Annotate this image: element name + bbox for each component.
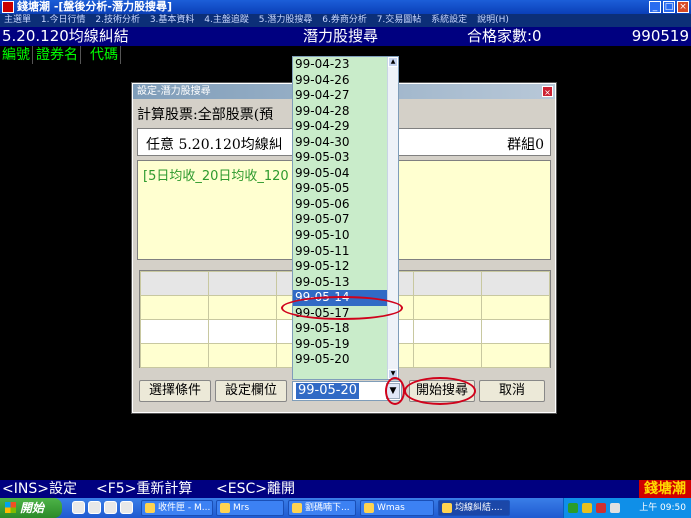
f5-hint: <F5>重新計算: [96, 481, 193, 497]
info-bar: 5.20.120均線糾結 潛力股搜尋 合格家數:0 990519: [0, 27, 691, 46]
taskbar-item[interactable]: 劉碼喃下...: [288, 500, 356, 516]
mail-icon: [145, 503, 155, 513]
app-icon: [2, 1, 14, 13]
dialog-title: 設定-潛力股搜尋: [137, 86, 211, 97]
column-header-number[interactable]: 編號: [0, 46, 33, 64]
set-field-button[interactable]: 設定欄位: [215, 380, 287, 402]
menu-bar: 主選單 1.今日行情 2.技術分析 3.基本資料 4.主盤追蹤 5.潛力股搜尋 …: [0, 14, 691, 27]
menu-tracking[interactable]: 4.主盤追蹤: [204, 15, 249, 25]
quicklaunch-icon[interactable]: [120, 501, 133, 514]
group-label: 群組0: [507, 137, 544, 153]
date-option[interactable]: 99-04-28: [293, 104, 388, 120]
app-icon: [364, 503, 374, 513]
menu-broker[interactable]: 6.券商分析: [322, 15, 367, 25]
qualified-count: 合格家數:0: [467, 27, 542, 45]
brand-logo: 錢塘潮: [639, 480, 691, 498]
document-icon: [442, 503, 452, 513]
date-option[interactable]: 99-04-30: [293, 135, 388, 151]
menu-settings[interactable]: 系統設定: [431, 15, 467, 25]
calc-stocks-label: 計算股票:全部股票(預: [137, 107, 274, 123]
start-button[interactable]: 開始: [0, 498, 62, 518]
folder-icon: [292, 503, 302, 513]
menu-quotes[interactable]: 1.今日行情: [41, 15, 86, 25]
volume-icon[interactable]: [610, 503, 620, 513]
date-option[interactable]: 99-05-13: [293, 275, 388, 291]
date-option[interactable]: 99-05-12: [293, 259, 388, 275]
menu-help[interactable]: 說明(H): [477, 15, 509, 25]
column-header-name[interactable]: 證券名: [34, 46, 81, 64]
menu-chart[interactable]: 7.交易圖帖: [377, 15, 422, 25]
date-option[interactable]: 99-05-10: [293, 228, 388, 244]
windows-logo-icon: [5, 502, 16, 513]
date-option[interactable]: 99-05-20: [293, 352, 388, 368]
taskbar-item[interactable]: Wmas: [360, 500, 434, 516]
network-icon[interactable]: [568, 503, 578, 513]
cancel-button[interactable]: 取消: [479, 380, 545, 402]
menu-search[interactable]: 5.潛力股搜尋: [259, 15, 313, 25]
pattern-name: 5.20.120均線糾結: [2, 27, 129, 45]
menu-main[interactable]: 主選單: [4, 15, 31, 25]
date-option[interactable]: 99-05-19: [293, 337, 388, 353]
date-option[interactable]: 99-04-29: [293, 119, 388, 135]
date-select-value: 99-05-20: [296, 383, 360, 399]
window-title-bar: 錢塘潮 -[盤後分析-潛力股搜尋] _ □ ×: [0, 0, 691, 14]
screen-name: 潛力股搜尋: [303, 27, 379, 45]
date-option[interactable]: 99-05-06: [293, 197, 388, 213]
highlight-oval-dropdown-arrow: [385, 377, 405, 405]
pattern-label: 任意 5.20.120均線糾: [146, 137, 283, 153]
date-option[interactable]: 99-05-05: [293, 181, 388, 197]
select-condition-button[interactable]: 選擇條件: [139, 380, 211, 402]
dialog-close-icon[interactable]: ×: [542, 86, 553, 97]
date-dropdown-list[interactable]: 99-04-23 99-04-26 99-04-27 99-04-28 99-0…: [292, 56, 399, 380]
date-option[interactable]: 99-05-18: [293, 321, 388, 337]
scroll-up-icon[interactable]: ▲: [388, 57, 398, 67]
date-option[interactable]: 99-04-23: [293, 57, 388, 73]
minimize-button[interactable]: _: [649, 1, 661, 13]
taskbar-item[interactable]: 收件匣 - M...: [141, 500, 213, 516]
date-option[interactable]: 99-05-04: [293, 166, 388, 182]
data-date: 990519: [631, 27, 689, 45]
taskbar: 開始 收件匣 - M... Mrs 劉碼喃下... Wmas 均線糾結.... …: [0, 498, 691, 518]
app-icon: [220, 503, 230, 513]
date-option[interactable]: 99-05-11: [293, 244, 388, 260]
quicklaunch-icon[interactable]: [72, 501, 85, 514]
date-option[interactable]: 99-05-07: [293, 212, 388, 228]
esc-hint: <ESC>離開: [216, 481, 295, 497]
menu-technical[interactable]: 2.技術分析: [95, 15, 140, 25]
quicklaunch-icon[interactable]: [104, 501, 117, 514]
column-header-code[interactable]: 代碼: [88, 46, 121, 64]
date-option[interactable]: 99-05-03: [293, 150, 388, 166]
clock: 上午 09:50: [639, 503, 686, 513]
taskbar-item-active[interactable]: 均線糾結....: [438, 500, 510, 516]
date-option[interactable]: 99-04-26: [293, 73, 388, 89]
ins-hint: <INS>設定: [2, 481, 77, 497]
tray-icon[interactable]: [582, 503, 592, 513]
start-label: 開始: [20, 501, 45, 515]
maximize-button[interactable]: □: [663, 1, 675, 13]
tray-icon[interactable]: [596, 503, 606, 513]
dropdown-scrollbar[interactable]: ▲ ▼: [387, 57, 398, 379]
menu-fundamental[interactable]: 3.基本資料: [150, 15, 195, 25]
highlight-oval-selected-date: [281, 296, 403, 320]
system-tray: 上午 09:50: [563, 498, 691, 518]
highlight-oval-start-button: [404, 377, 476, 405]
quicklaunch-icon[interactable]: [88, 501, 101, 514]
close-button[interactable]: ×: [677, 1, 689, 13]
condition-text: [5日均收_20日均收_120: [143, 169, 289, 184]
status-bar: <INS>設定 <F5>重新計算 <ESC>離開: [0, 480, 691, 498]
date-option[interactable]: 99-04-27: [293, 88, 388, 104]
window-title: 錢塘潮 -[盤後分析-潛力股搜尋]: [17, 0, 173, 13]
taskbar-item[interactable]: Mrs: [216, 500, 284, 516]
